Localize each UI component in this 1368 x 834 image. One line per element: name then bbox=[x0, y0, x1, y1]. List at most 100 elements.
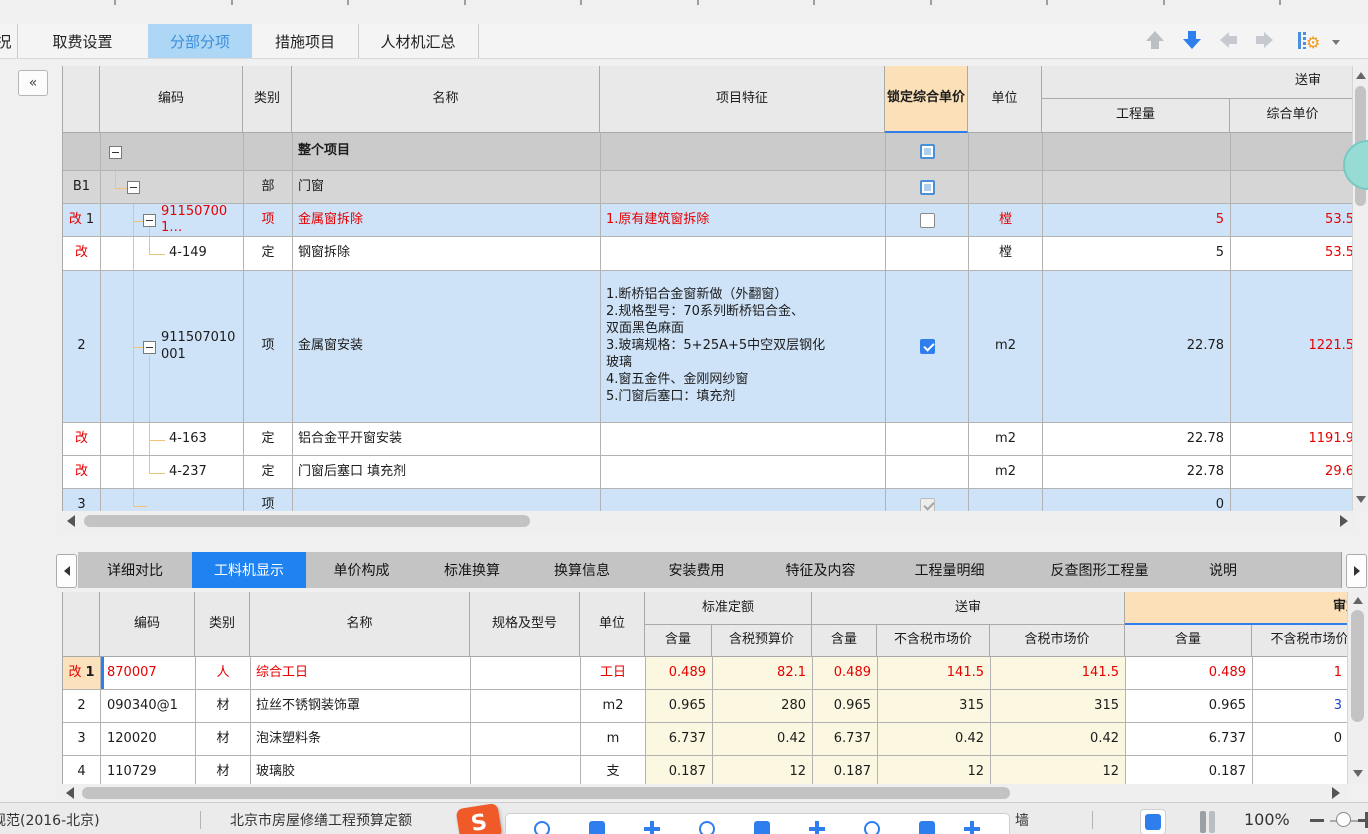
cell-value[interactable]: 141.5 bbox=[991, 657, 1126, 690]
zoom-slider-knob[interactable] bbox=[1336, 812, 1351, 827]
move-up-arrow-icon[interactable] bbox=[1146, 31, 1164, 50]
bottom-vscroll-thumb[interactable] bbox=[1351, 610, 1364, 722]
cell-category[interactable]: 定 bbox=[244, 237, 293, 271]
cell-unit[interactable]: 支 bbox=[581, 756, 646, 784]
zoom-out-button[interactable] bbox=[1310, 819, 1324, 822]
cell-unit[interactable]: 樘 bbox=[969, 237, 1043, 271]
main-colgroup-songshen[interactable]: 送审 bbox=[1042, 66, 1356, 99]
cell-lock[interactable] bbox=[886, 133, 969, 171]
cell-feature[interactable]: 1.断桥铝合金窗新做（外翻窗） 2.规格型号：70系列断桥铝合金、 双面黑色麻面… bbox=[601, 271, 886, 423]
cell-lock[interactable] bbox=[886, 237, 969, 271]
cell-quantity[interactable]: 5 bbox=[1043, 237, 1231, 271]
cell-category[interactable]: 材 bbox=[196, 723, 251, 756]
toolbar-icon-5[interactable] bbox=[754, 821, 770, 834]
row-indicator[interactable]: 3 bbox=[63, 489, 101, 511]
cell-value[interactable]: 0.489 bbox=[813, 657, 878, 690]
cell-category[interactable]: 定 bbox=[244, 456, 293, 489]
row-indicator[interactable]: 改1 bbox=[63, 204, 101, 237]
toolbar-icon-1[interactable] bbox=[534, 821, 550, 834]
cell-value[interactable]: 0.187 bbox=[1126, 756, 1253, 784]
cell-value[interactable]: 6.737 bbox=[646, 723, 713, 756]
row-indicator[interactable]: 改1 bbox=[63, 657, 101, 690]
row-indicator[interactable]: 2 bbox=[63, 271, 101, 423]
cell-value[interactable]: 0.187 bbox=[813, 756, 878, 784]
bt-subcol-1[interactable]: 含量 bbox=[645, 625, 712, 657]
cell-value[interactable]: 82.1 bbox=[713, 657, 813, 690]
tree-collapse-toggle[interactable] bbox=[109, 145, 122, 159]
bottom-tab-安装费用[interactable]: 安装费用 bbox=[637, 552, 757, 588]
cell-category[interactable]: 定 bbox=[244, 423, 293, 456]
cell-name[interactable]: 金属窗安装 bbox=[293, 271, 601, 423]
cell-code[interactable]: 120020 bbox=[101, 723, 196, 756]
move-left-arrow-icon[interactable] bbox=[1220, 31, 1238, 50]
cell-composite-price[interactable]: 53.5 bbox=[1231, 237, 1356, 271]
main-col-quantity[interactable]: 工程量 bbox=[1042, 99, 1230, 133]
cell-feature[interactable] bbox=[601, 171, 886, 204]
cell-value[interactable]: 6.737 bbox=[813, 723, 878, 756]
cell-unit[interactable]: 工日 bbox=[581, 657, 646, 690]
cell-name[interactable]: 拉丝不锈钢装饰罩 bbox=[251, 690, 471, 723]
scroll-left-icon[interactable] bbox=[66, 787, 74, 799]
cell-unit[interactable]: m2 bbox=[581, 690, 646, 723]
cell-value[interactable]: 0.965 bbox=[1126, 690, 1253, 723]
cell-lock[interactable] bbox=[886, 423, 969, 456]
tab-措施项目[interactable]: 措施项目 bbox=[252, 24, 359, 58]
tree-collapse-toggle[interactable] bbox=[143, 340, 156, 354]
tab-分部分项[interactable]: 分部分项 bbox=[148, 24, 252, 58]
cell-name[interactable]: 玻璃胶 bbox=[251, 756, 471, 784]
bottom-tab-说明[interactable]: 说明 bbox=[1185, 552, 1342, 588]
main-vertical-scrollbar[interactable] bbox=[1352, 66, 1368, 511]
cell-unit[interactable]: m2 bbox=[969, 456, 1043, 489]
cell-value[interactable]: 12 bbox=[991, 756, 1126, 784]
cell-feature[interactable] bbox=[601, 489, 886, 511]
toolbar-icon-7[interactable] bbox=[864, 821, 880, 834]
cell-code[interactable]: 911507010001 bbox=[101, 271, 244, 423]
row-indicator[interactable]: 3 bbox=[63, 723, 101, 756]
bt-col-indicator[interactable] bbox=[62, 592, 100, 657]
toolbar-icon-6[interactable] bbox=[809, 821, 825, 834]
lock-price-checkbox[interactable] bbox=[919, 144, 935, 159]
cell-quantity[interactable] bbox=[1043, 133, 1231, 171]
bottom-tabs-scroll-right-button[interactable] bbox=[1346, 554, 1367, 588]
toolbar-icon-9[interactable] bbox=[964, 821, 980, 834]
cell-quantity[interactable]: 0 bbox=[1043, 489, 1231, 511]
cell-unit[interactable]: 樘 bbox=[969, 204, 1043, 237]
cell-quantity[interactable]: 22.78 bbox=[1043, 456, 1231, 489]
bottom-vertical-scrollbar[interactable] bbox=[1347, 592, 1368, 784]
cell-unit[interactable] bbox=[969, 489, 1043, 511]
main-horizontal-scrollbar[interactable] bbox=[62, 511, 1356, 531]
cell-category[interactable]: 人 bbox=[196, 657, 251, 690]
bt-subcol-6[interactable]: 含量 bbox=[1125, 625, 1252, 657]
screenshot-tool-logo[interactable]: S bbox=[455, 803, 503, 834]
cell-category[interactable]: 项 bbox=[244, 271, 293, 423]
row-indicator[interactable]: B1 bbox=[63, 171, 101, 204]
cell-feature[interactable]: 1.原有建筑窗拆除 bbox=[601, 204, 886, 237]
dropdown-caret-icon[interactable] bbox=[1332, 40, 1340, 45]
toolbar-icon-2[interactable] bbox=[589, 821, 605, 834]
row-indicator[interactable]: 改 bbox=[63, 237, 101, 271]
row-indicator[interactable]: 改 bbox=[63, 423, 101, 456]
scroll-down-icon[interactable] bbox=[1356, 496, 1366, 503]
main-col-lock-unit-price[interactable]: 锁定综合单价 bbox=[885, 66, 968, 133]
main-col-category[interactable]: 类别 bbox=[243, 66, 292, 133]
cell-feature[interactable] bbox=[601, 133, 886, 171]
lock-price-checkbox[interactable] bbox=[919, 497, 935, 511]
row-indicator[interactable]: 改 bbox=[63, 456, 101, 489]
cell-name[interactable]: 铝合金平开窗安装 bbox=[293, 423, 601, 456]
cell-lock[interactable] bbox=[886, 489, 969, 511]
cell-code[interactable] bbox=[101, 171, 244, 204]
scroll-right-icon[interactable] bbox=[1332, 787, 1340, 799]
cell-category[interactable]: 材 bbox=[196, 690, 251, 723]
bottom-tab-工程量明细[interactable]: 工程量明细 bbox=[885, 552, 1015, 588]
cell-category[interactable]: 项 bbox=[244, 204, 293, 237]
tab-取费设置[interactable]: 取费设置 bbox=[17, 24, 149, 58]
move-down-arrow-icon[interactable] bbox=[1183, 31, 1201, 50]
cell-value[interactable]: 0.965 bbox=[813, 690, 878, 723]
cell-name[interactable]: 钢窗拆除 bbox=[293, 237, 601, 271]
scroll-left-icon[interactable] bbox=[67, 515, 75, 527]
bottom-tabs-scroll-left-button[interactable] bbox=[56, 554, 77, 588]
column-settings-icon[interactable]: ⚙ bbox=[1298, 30, 1340, 52]
cell-lock[interactable] bbox=[886, 171, 969, 204]
bottom-tab-单价构成[interactable]: 单价构成 bbox=[306, 552, 418, 588]
cell-quantity[interactable] bbox=[1043, 171, 1231, 204]
